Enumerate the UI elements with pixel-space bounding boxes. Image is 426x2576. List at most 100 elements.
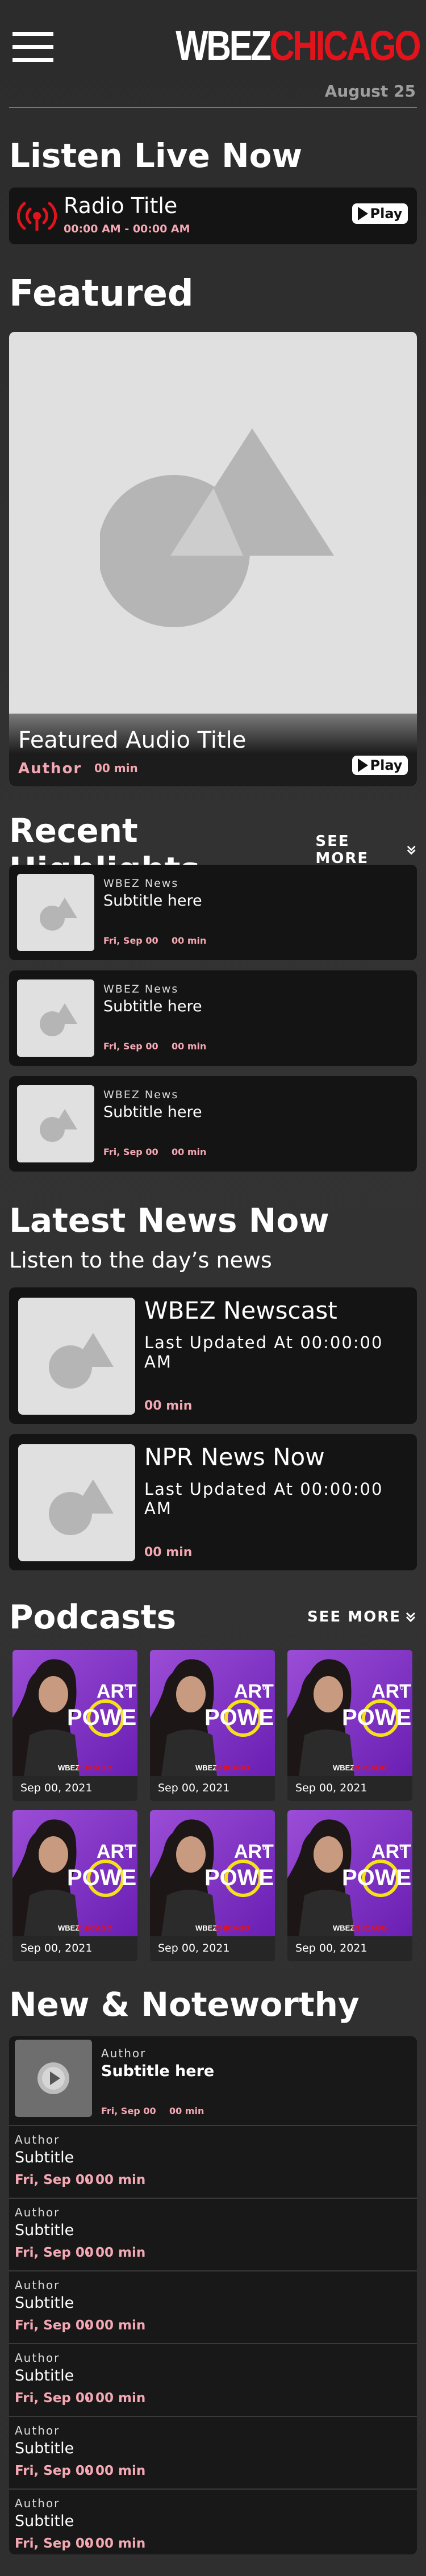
featured-play-button[interactable]: Play bbox=[352, 756, 408, 775]
app-header: WBEZCHICAGO bbox=[0, 0, 426, 80]
podcasts-see-more[interactable]: SEE MORE bbox=[307, 1608, 417, 1625]
art-brand-chicago: CHICAGO bbox=[215, 1764, 249, 1772]
highlight-subtitle: Subtitle here bbox=[103, 998, 202, 1015]
chevron-double-down-icon bbox=[406, 1612, 416, 1623]
logo-wbez: WBEZ bbox=[175, 22, 272, 69]
news-title: WBEZ Newscast bbox=[144, 1297, 337, 1324]
news-item[interactable]: WBEZ Newscast Last Updated At 00:00:00 A… bbox=[9, 1287, 417, 1424]
highlight-duration: 00 min bbox=[172, 1041, 207, 1052]
art-text-of: of bbox=[262, 1683, 269, 1691]
art-text-of: of bbox=[125, 1683, 131, 1691]
podcast-date: Sep 00, 2021 bbox=[295, 1782, 367, 1794]
highlight-subtitle: Subtitle here bbox=[103, 892, 202, 910]
noteworthy-duration: 00 min bbox=[95, 2173, 146, 2187]
art-brand-chicago: CHICAGO bbox=[77, 1764, 112, 1772]
highlight-date: Fri, Sep 00 bbox=[103, 1041, 158, 1052]
noteworthy-item[interactable]: Author Subtitle Fri, Sep 00 00 min bbox=[9, 2416, 417, 2489]
noteworthy-item[interactable]: Author Subtitle Fri, Sep 00 00 min bbox=[9, 2343, 417, 2416]
latest-news-heading: Latest News Now bbox=[9, 1201, 329, 1240]
highlight-thumbnail bbox=[17, 874, 94, 951]
podcast-tile[interactable]: ARTofPOWERWBEZCHICAGOSep 00, 2021 bbox=[150, 1650, 275, 1801]
news-item[interactable]: NPR News Now Last Updated At 00:00:00 AM… bbox=[9, 1434, 417, 1570]
podcast-date: Sep 00, 2021 bbox=[20, 1942, 93, 1954]
podcast-tile[interactable]: ARTofPOWERWBEZCHICAGOSep 00, 2021 bbox=[12, 1650, 137, 1801]
noteworthy-author: Author bbox=[15, 2206, 60, 2219]
noteworthy-date: Fri, Sep 00 bbox=[15, 2536, 94, 2551]
placeholder-image-icon bbox=[40, 898, 77, 931]
noteworthy-author: Author bbox=[15, 2133, 60, 2146]
art-text-of: of bbox=[262, 1844, 269, 1852]
news-duration: 00 min bbox=[144, 1545, 193, 1560]
noteworthy-date: Fri, Sep 00 bbox=[101, 2106, 156, 2116]
noteworthy-date: Fri, Sep 00 bbox=[15, 2464, 94, 2478]
play-icon bbox=[357, 207, 368, 220]
podcast-cover-art: ARTofPOWERWBEZCHICAGO bbox=[12, 1810, 137, 1936]
placeholder-image-icon bbox=[40, 1003, 77, 1036]
noteworthy-subtitle: Subtitle here bbox=[101, 2062, 215, 2080]
noteworthy-subtitle: Subtitle bbox=[15, 2367, 74, 2385]
podcast-tile[interactable]: ARTofPOWERWBEZCHICAGOSep 00, 2021 bbox=[150, 1810, 275, 1961]
highlight-source: WBEZ News bbox=[103, 1089, 179, 1101]
news-updated: Last Updated At 00:00:00 AM bbox=[144, 1479, 383, 1518]
featured-author: Author bbox=[18, 760, 82, 777]
placeholder-image-icon bbox=[49, 1479, 114, 1535]
noteworthy-item[interactable]: Author Subtitle Fri, Sep 00 00 min bbox=[9, 2489, 417, 2554]
highlight-thumbnail bbox=[17, 979, 94, 1057]
highlight-item[interactable]: WBEZ News Subtitle here Fri, Sep 00 00 m… bbox=[9, 865, 417, 960]
noteworthy-author: Author bbox=[101, 2046, 147, 2060]
play-label: Play bbox=[370, 757, 403, 773]
art-text-power: POWER bbox=[204, 1705, 275, 1730]
podcasts-heading: Podcasts bbox=[9, 1598, 177, 1636]
menu-icon[interactable] bbox=[12, 32, 53, 66]
news-updated: Last Updated At 00:00:00 AM bbox=[144, 1333, 383, 1372]
featured-duration: 00 min bbox=[94, 761, 138, 775]
radio-time: 00:00 AM - 00:00 AM bbox=[64, 223, 190, 235]
podcast-cover-art: ARTofPOWERWBEZCHICAGO bbox=[287, 1650, 412, 1776]
noteworthy-item[interactable]: Author Subtitle Fri, Sep 00 00 min bbox=[9, 2125, 417, 2198]
highlight-item[interactable]: WBEZ News Subtitle here Fri, Sep 00 00 m… bbox=[9, 970, 417, 1066]
highlights-see-more[interactable]: SEE MORE bbox=[315, 833, 417, 867]
noteworthy-duration: 00 min bbox=[95, 2536, 146, 2551]
noteworthy-subtitle: Subtitle bbox=[15, 2294, 74, 2312]
placeholder-image-icon bbox=[49, 1333, 114, 1389]
noteworthy-item[interactable]: Author Subtitle Fri, Sep 00 00 min bbox=[9, 2270, 417, 2343]
wbez-chicago-logo[interactable]: WBEZCHICAGO bbox=[175, 22, 421, 70]
art-text-power: POWER bbox=[342, 1865, 412, 1890]
see-more-label: SEE MORE bbox=[307, 1608, 401, 1625]
noteworthy-date: Fri, Sep 00 bbox=[15, 2173, 94, 2187]
art-brand-chicago: CHICAGO bbox=[352, 1764, 387, 1772]
noteworthy-date: Fri, Sep 00 bbox=[15, 2245, 94, 2260]
live-play-button[interactable]: Play bbox=[352, 203, 408, 224]
podcast-tile[interactable]: ARTofPOWERWBEZCHICAGOSep 00, 2021 bbox=[287, 1810, 412, 1961]
podcast-cover-art: ARTofPOWERWBEZCHICAGO bbox=[150, 1650, 275, 1776]
news-thumbnail bbox=[18, 1298, 135, 1415]
noteworthy-item[interactable]: Author Subtitle Fri, Sep 00 00 min bbox=[9, 2198, 417, 2270]
featured-title: Featured Audio Title bbox=[18, 727, 247, 753]
news-thumbnail bbox=[18, 1444, 135, 1561]
play-circle-icon[interactable] bbox=[15, 2040, 92, 2117]
podcast-date: Sep 00, 2021 bbox=[158, 1782, 230, 1794]
podcast-tile[interactable]: ARTofPOWERWBEZCHICAGO Sep 00, 2021 bbox=[287, 1650, 412, 1801]
podcast-tile[interactable]: ARTofPOWERWBEZCHICAGO Sep 00, 2021 bbox=[12, 1810, 137, 1961]
live-radio-card[interactable]: Radio Title 00:00 AM - 00:00 AM Play bbox=[9, 187, 417, 244]
highlight-source: WBEZ News bbox=[103, 877, 179, 890]
noteworthy-subtitle: Subtitle bbox=[15, 2440, 74, 2457]
noteworthy-duration: 00 min bbox=[95, 2464, 146, 2478]
art-text-of: of bbox=[400, 1683, 406, 1691]
featured-card[interactable]: Featured Audio Title Author 00 min Play bbox=[9, 332, 417, 786]
noteworthy-thumbnail bbox=[15, 2040, 92, 2117]
podcasts-header: Podcasts SEE MORE bbox=[0, 1598, 426, 1636]
noteworthy-subtitle: Subtitle bbox=[15, 2512, 74, 2530]
highlight-item[interactable]: WBEZ News Subtitle here Fri, Sep 00 00 m… bbox=[9, 1076, 417, 1172]
noteworthy-featured-item[interactable]: Author Subtitle here Fri, Sep 00 00 min bbox=[9, 2036, 417, 2125]
highlight-source: WBEZ News bbox=[103, 983, 179, 995]
art-brand-chicago: CHICAGO bbox=[215, 1924, 249, 1932]
podcast-cover-art: ARTofPOWERWBEZCHICAGO bbox=[12, 1650, 137, 1776]
podcast-date: Sep 00, 2021 bbox=[158, 1942, 230, 1954]
noteworthy-duration: 00 min bbox=[169, 2106, 204, 2116]
noteworthy-subtitle: Subtitle bbox=[15, 2221, 74, 2239]
featured-heading: Featured bbox=[9, 273, 194, 315]
see-more-label: SEE MORE bbox=[315, 833, 369, 867]
news-duration: 00 min bbox=[144, 1399, 193, 1413]
art-brand-wbez: WBEZ bbox=[333, 1764, 354, 1772]
